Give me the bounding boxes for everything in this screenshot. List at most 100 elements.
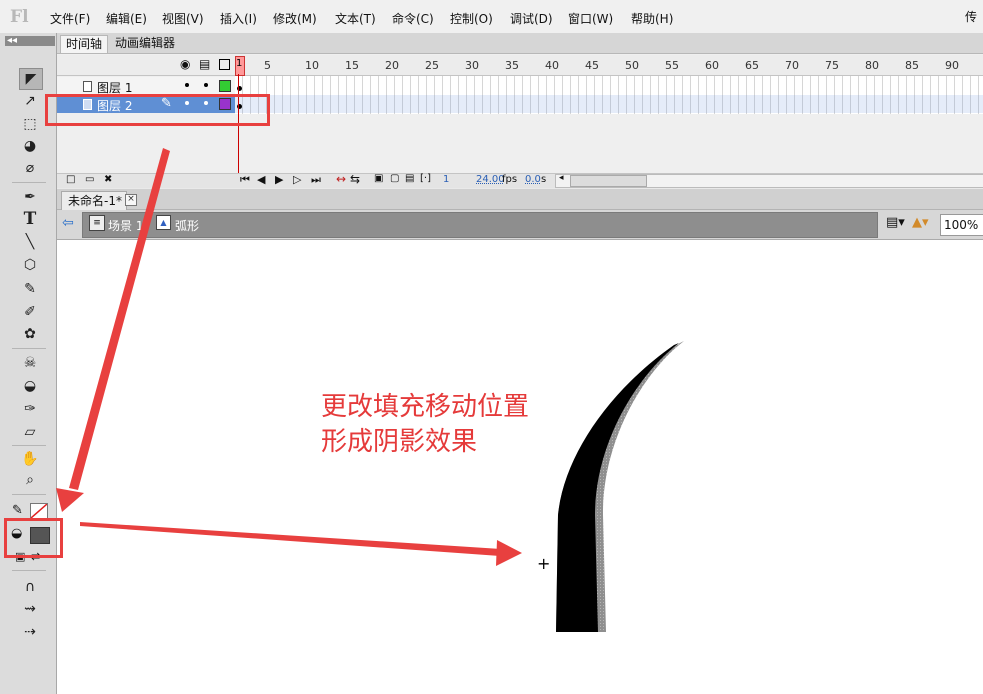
onion-outline-icon[interactable]: ▢ [390,173,399,184]
ruler-label: 40 [545,59,559,72]
toolbar-divider [12,570,46,571]
workspace-switcher[interactable]: 传统 [965,8,983,26]
hand-tool-icon[interactable]: ✋ [19,449,41,469]
pencil-tool-icon[interactable]: ✎ [19,279,41,299]
outline-icon[interactable] [219,59,230,70]
show-hide-eye-icon[interactable]: ◉ [180,57,190,71]
play-icon[interactable]: ▶ [275,173,283,186]
ruler-label: 25 [425,59,439,72]
scene-clapper-icon: ≡ [89,215,105,231]
edit-symbols-icon[interactable]: ▲▾ [912,215,929,230]
document-tab-title: 未命名-1* [68,194,122,208]
scroll-left-icon[interactable]: ◂ [559,173,564,183]
new-folder-icon[interactable]: ▭ [85,174,94,185]
modify-markers-icon[interactable]: [·] [420,173,431,184]
brush-tool-icon[interactable]: ✐ [19,302,41,322]
ruler-label: 80 [865,59,879,72]
menu-commands[interactable]: 命令(C) [392,10,434,27]
text-tool-icon[interactable]: T [19,209,41,229]
onion-skin-icon[interactable]: ▣ [374,173,383,184]
stage-canvas[interactable] [57,240,983,694]
pen-tool-icon[interactable]: ✒ [19,187,41,207]
straighten-icon[interactable]: ⇢ [19,622,41,642]
ruler-label: 45 [585,59,599,72]
tab-motion-editor[interactable]: 动画编辑器 [110,35,180,52]
ruler-label: 55 [665,59,679,72]
collapse-panel-button[interactable]: ◂◂ [5,36,55,46]
breadcrumb-symbol[interactable]: 弧形 [175,217,199,234]
layer-page-icon [83,81,92,92]
bone-tool-icon[interactable]: ☠ [19,353,41,373]
crosshair-cursor: + [537,554,551,573]
selected-layer-frames [235,95,983,113]
menu-window[interactable]: 窗口(W) [568,10,613,27]
toolbar-divider [12,348,46,349]
menu-control[interactable]: 控制(O) [450,10,493,27]
playhead-frame-label: 1 [236,58,243,69]
flash-logo: Fl [10,7,29,27]
time-unit: s [541,174,547,185]
document-tab[interactable]: 未命名-1* [61,191,127,210]
menu-text[interactable]: 文本(T) [335,10,376,27]
smooth-icon[interactable]: ⇝ [19,599,41,619]
menu-modify[interactable]: 修改(M) [273,10,317,27]
menu-file[interactable]: 文件(F) [50,10,90,27]
toolbar-divider [12,494,46,495]
fps-readout[interactable]: 24.00 [476,174,505,185]
layer-lock-dot[interactable] [204,83,208,87]
breadcrumb-scene[interactable]: 场景 1 [108,217,143,234]
layer-visible-dot[interactable] [185,83,189,87]
stroke-color-swatch[interactable] [30,503,48,519]
menu-help[interactable]: 帮助(H) [631,10,673,27]
ruler-label: 20 [385,59,399,72]
ruler-label: 90 [945,59,959,72]
deco-tool-icon[interactable]: ✿ [19,324,41,344]
3d-rotation-tool-icon[interactable]: ◕ [19,136,41,156]
annotation-line-2: 形成阴影效果 [321,427,478,457]
edit-multiple-icon[interactable]: ▤ [405,173,414,184]
highlight-box-fill [4,518,63,558]
paint-bucket-tool-icon[interactable]: ◒ [19,376,41,396]
ruler-label: 85 [905,59,919,72]
zoom-tool-icon[interactable]: ⌕ [19,470,41,490]
current-frame-readout[interactable]: 1 [443,174,449,185]
prev-frame-icon[interactable]: ◀ [257,173,265,186]
layer-row-1[interactable]: 图层 1 [57,77,235,95]
tab-timeline[interactable]: 时间轴 [60,35,109,53]
loop-icon[interactable]: ⇆ [350,172,360,186]
back-arrow-icon[interactable]: ⇦ [62,215,74,231]
selection-tool-icon[interactable]: ◤ [19,68,43,90]
time-readout[interactable]: 0.0 [525,174,541,185]
graphic-symbol-icon: ▲ [156,215,171,230]
last-frame-icon[interactable]: ⏭ [311,173,321,187]
free-transform-tool-icon[interactable]: ⬚ [19,114,41,134]
eraser-tool-icon[interactable]: ▱ [19,422,41,442]
menu-insert[interactable]: 插入(I) [220,10,257,27]
ruler-label: 30 [465,59,479,72]
eyedropper-tool-icon[interactable]: ✑ [19,399,41,419]
next-frame-icon[interactable]: ▷ [293,173,301,186]
annotation-text: 更改填充移动位置 形成阴影效果 [321,390,529,460]
first-frame-icon[interactable]: ⏮ [240,173,250,187]
arc-shape-with-shadow[interactable] [540,335,700,640]
menu-debug[interactable]: 调试(D) [510,10,553,27]
center-frame-icon[interactable]: ↔ [336,172,346,186]
edit-scene-icon[interactable]: ▤▾ [886,215,905,230]
polystar-tool-icon[interactable]: ⬡ [19,255,41,275]
line-tool-icon[interactable]: ╲ [19,232,41,252]
new-layer-icon[interactable]: □ [66,174,75,185]
timeline-scroll-thumb[interactable] [570,175,647,187]
fps-unit: fps [502,174,518,185]
ruler-label: 65 [745,59,759,72]
menu-view[interactable]: 视图(V) [162,10,204,27]
layer-color-swatch[interactable] [219,80,231,92]
zoom-combobox[interactable]: 100% [940,214,983,236]
highlight-box-layer [45,94,270,126]
lock-icon[interactable]: ▤ [199,57,210,71]
close-document-icon[interactable]: × [125,194,137,206]
menu-edit[interactable]: 编辑(E) [106,10,147,27]
snap-magnet-icon[interactable]: ∩ [19,577,41,597]
lasso-tool-icon[interactable]: ⌀ [19,158,41,178]
subselection-tool-icon[interactable]: ↗ [19,91,41,111]
delete-layer-icon[interactable]: ✖ [104,174,112,185]
